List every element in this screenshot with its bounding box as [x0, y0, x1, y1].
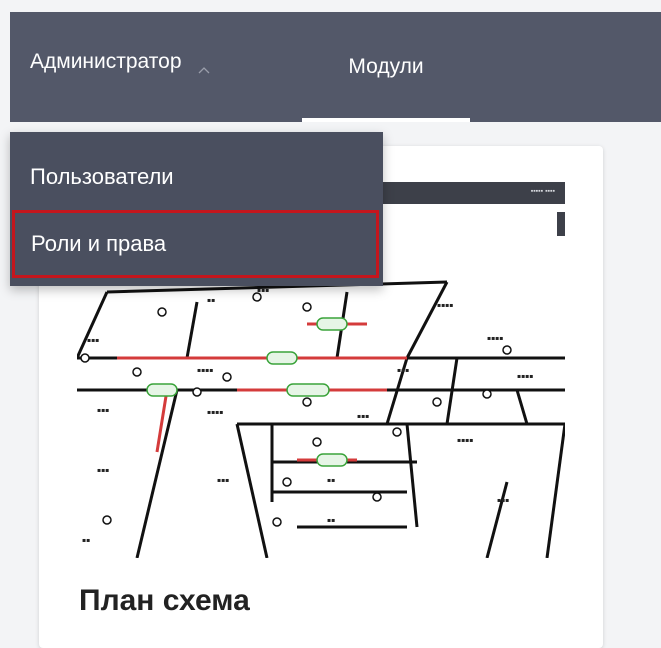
svg-text:▪▪▪▪: ▪▪▪▪: [517, 373, 533, 380]
svg-text:▪▪▪: ▪▪▪: [257, 287, 269, 294]
admin-menu-label: Администратор: [30, 50, 182, 73]
dropdown-item-label: Роли и права: [31, 231, 167, 256]
svg-text:▪▪▪▪: ▪▪▪▪: [437, 302, 453, 309]
svg-text:▪▪▪: ▪▪▪: [497, 497, 509, 504]
svg-text:▪▪▪: ▪▪▪: [87, 337, 99, 344]
svg-text:▪▪▪: ▪▪▪: [217, 477, 229, 484]
chevron-up-icon: [198, 59, 210, 74]
svg-text:▪▪: ▪▪: [327, 517, 335, 524]
scheme-preview-side-button: [557, 212, 565, 236]
scheme-preview-header-text: ▪▪▪▪▪ ▪▪▪▪: [530, 188, 555, 195]
svg-text:▪▪▪: ▪▪▪: [357, 413, 369, 420]
tab-modules-label: Модули: [348, 55, 424, 78]
svg-text:▪▪▪▪: ▪▪▪▪: [207, 409, 223, 416]
svg-text:▪▪: ▪▪: [327, 477, 335, 484]
dropdown-item-roles-and-permissions[interactable]: Роли и права: [12, 210, 379, 278]
svg-text:▪▪: ▪▪: [207, 297, 215, 304]
dropdown-item-users[interactable]: Пользователи: [10, 144, 383, 210]
admin-dropdown-menu: Пользователи Роли и права: [10, 132, 383, 286]
svg-text:▪▪▪▪: ▪▪▪▪: [487, 335, 503, 342]
svg-text:▪▪▪▪: ▪▪▪▪: [457, 437, 473, 444]
admin-menu[interactable]: Администратор: [30, 42, 210, 82]
dropdown-item-label: Пользователи: [30, 164, 174, 189]
svg-text:▪▪▪: ▪▪▪: [397, 367, 409, 374]
svg-text:▪▪: ▪▪: [82, 537, 90, 544]
svg-text:▪▪▪: ▪▪▪: [97, 467, 109, 474]
svg-text:▪▪▪▪: ▪▪▪▪: [197, 367, 213, 374]
svg-text:▪▪▪: ▪▪▪: [97, 407, 109, 414]
card-title: План схема: [79, 584, 250, 617]
tab-modules[interactable]: Модули: [302, 12, 470, 122]
